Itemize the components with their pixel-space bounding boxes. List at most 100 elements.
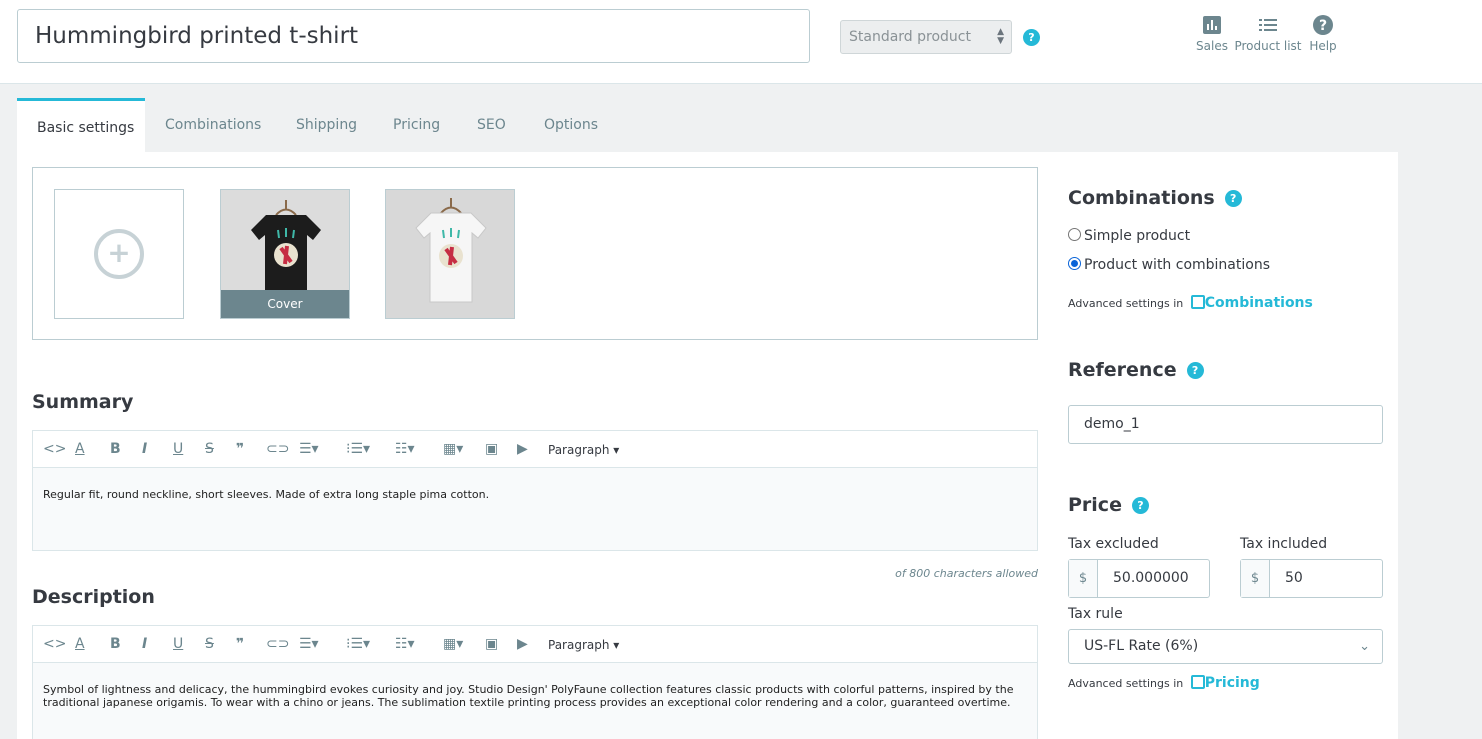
price-tax-included-input[interactable]: $ 50 xyxy=(1240,559,1383,598)
pricing-link-text[interactable]: Pricing xyxy=(1205,675,1260,691)
summary-char-count: of 800 characters allowed xyxy=(895,567,1038,580)
summary-text[interactable]: Regular fit, round neckline, short sleev… xyxy=(33,468,1037,550)
text-color-icon[interactable]: A xyxy=(75,440,85,458)
product-list-button[interactable]: Product list xyxy=(1234,14,1302,53)
bullet-list-icon[interactable]: ⁝☰▾ xyxy=(346,440,370,458)
product-type-help-icon[interactable]: ? xyxy=(1023,29,1040,46)
media-icon[interactable]: ▶ xyxy=(517,440,528,458)
align-dropdown-icon[interactable]: ☰▾ xyxy=(299,635,319,653)
tab-combinations[interactable]: Combinations xyxy=(145,98,281,152)
reference-title: Reference? xyxy=(1068,359,1204,381)
tab-pricing[interactable]: Pricing xyxy=(373,98,460,152)
tab-basic-settings[interactable]: Basic settings xyxy=(17,98,145,152)
table-icon[interactable]: ▦▾ xyxy=(443,440,463,458)
code-view-icon[interactable]: <> xyxy=(43,440,66,458)
sales-button[interactable]: Sales xyxy=(1195,14,1229,53)
reference-input[interactable]: demo_1 xyxy=(1068,405,1383,444)
advanced-settings-text: Advanced settings in xyxy=(1068,677,1184,690)
bullet-list-icon[interactable]: ⁝☰▾ xyxy=(346,635,370,653)
plus-icon: + xyxy=(94,229,144,279)
tax-rule-label: Tax rule xyxy=(1068,606,1123,622)
radio-button[interactable] xyxy=(1068,228,1081,241)
select-arrows-icon: ▲ ▼ xyxy=(997,27,1004,46)
underline-icon[interactable]: U xyxy=(173,635,183,653)
product-images-dropzone[interactable]: + Cover xyxy=(32,167,1038,340)
code-view-icon[interactable]: <> xyxy=(43,635,66,653)
external-link-icon xyxy=(1190,675,1205,689)
simple-product-label: Simple product xyxy=(1084,228,1191,244)
pricing-link[interactable]: Pricing xyxy=(1190,675,1260,691)
numbered-list-icon[interactable]: ☷▾ xyxy=(395,635,415,653)
advanced-settings-text: Advanced settings in xyxy=(1068,297,1184,310)
product-type-value: Standard product xyxy=(849,29,971,45)
image-icon[interactable]: ▣ xyxy=(485,440,498,458)
blockquote-icon[interactable]: ❞ xyxy=(236,635,244,653)
radio-product-with-combinations[interactable]: Product with combinations xyxy=(1068,257,1270,273)
blockquote-icon[interactable]: ❞ xyxy=(236,440,244,458)
tax-included-label: Tax included xyxy=(1240,536,1328,552)
italic-icon[interactable]: I xyxy=(142,440,147,458)
combinations-link[interactable]: Combinations xyxy=(1190,295,1313,311)
tax-excluded-label: Tax excluded xyxy=(1068,536,1159,552)
currency-symbol: $ xyxy=(1069,560,1098,597)
link-icon[interactable]: ⊂⊃ xyxy=(266,635,289,653)
price-help-icon[interactable]: ? xyxy=(1131,497,1149,514)
product-image-black-tshirt[interactable]: Cover xyxy=(220,189,350,319)
summary-editor-toolbar: <> A B I U S ❞ ⊂⊃ ☰▾ ⁝☰▾ ☷▾ ▦▾ ▣ ▶ Parag… xyxy=(33,431,1037,468)
tab-seo[interactable]: SEO xyxy=(457,98,526,152)
combinations-title: Combinations? xyxy=(1068,187,1242,209)
underline-icon[interactable]: U xyxy=(173,440,183,458)
tab-options[interactable]: Options xyxy=(524,98,618,152)
currency-symbol: $ xyxy=(1241,560,1270,597)
bold-icon[interactable]: B xyxy=(110,635,121,653)
add-image-button[interactable]: + xyxy=(54,189,184,319)
product-list-label: Product list xyxy=(1234,39,1302,53)
align-dropdown-icon[interactable]: ☰▾ xyxy=(299,440,319,458)
bold-icon[interactable]: B xyxy=(110,440,121,458)
image-icon[interactable]: ▣ xyxy=(485,635,498,653)
description-title: Description xyxy=(32,586,155,608)
sales-label: Sales xyxy=(1196,39,1228,53)
white-tshirt-image xyxy=(386,190,514,318)
reference-help-icon[interactable]: ? xyxy=(1186,362,1204,379)
combinations-title-text: Combinations xyxy=(1068,187,1215,209)
price-tax-included-value[interactable]: 50 xyxy=(1285,560,1303,597)
basic-settings-panel: + Cover Summary <> A B I U S ❞ ⊂⊃ ☰▾ ⁝☰▾… xyxy=(17,152,1398,739)
italic-icon[interactable]: I xyxy=(142,635,147,653)
strikethrough-icon[interactable]: S xyxy=(205,635,214,653)
price-title-text: Price xyxy=(1068,494,1122,516)
cover-label: Cover xyxy=(221,290,349,318)
text-color-icon[interactable]: A xyxy=(75,635,85,653)
reference-title-text: Reference xyxy=(1068,359,1177,381)
description-editor[interactable]: <> A B I U S ❞ ⊂⊃ ☰▾ ⁝☰▾ ☷▾ ▦▾ ▣ ▶ Parag… xyxy=(32,625,1038,739)
price-tax-excluded-value[interactable]: 50.000000 xyxy=(1113,560,1189,597)
product-image-white-tshirt[interactable] xyxy=(385,189,515,319)
paragraph-format-dropdown[interactable]: Paragraph ▾ xyxy=(548,441,619,459)
media-icon[interactable]: ▶ xyxy=(517,635,528,653)
numbered-list-icon[interactable]: ☷▾ xyxy=(395,440,415,458)
table-icon[interactable]: ▦▾ xyxy=(443,635,463,653)
external-link-icon xyxy=(1190,295,1205,309)
list-icon xyxy=(1259,19,1277,31)
help-button[interactable]: ? Help xyxy=(1306,14,1340,53)
description-text[interactable]: Symbol of lightness and delicacy, the hu… xyxy=(33,663,1037,739)
chevron-down-icon: ⌄ xyxy=(1359,639,1370,654)
tax-rule-value: US-FL Rate (6%) xyxy=(1084,638,1199,654)
strikethrough-icon[interactable]: S xyxy=(205,440,214,458)
tax-rule-select[interactable]: US-FL Rate (6%) ⌄ xyxy=(1068,629,1383,664)
product-name-input[interactable] xyxy=(17,9,810,63)
svg-text:?: ? xyxy=(1319,18,1327,34)
link-icon[interactable]: ⊂⊃ xyxy=(266,440,289,458)
price-tax-excluded-input[interactable]: $ 50.000000 xyxy=(1068,559,1210,598)
help-label: Help xyxy=(1309,39,1337,53)
summary-title: Summary xyxy=(32,391,134,413)
radio-button-selected[interactable] xyxy=(1068,257,1081,270)
combinations-advanced-settings: Advanced settings in Combinations xyxy=(1068,295,1313,311)
paragraph-format-dropdown[interactable]: Paragraph ▾ xyxy=(548,636,619,654)
tab-shipping[interactable]: Shipping xyxy=(276,98,377,152)
combinations-help-icon[interactable]: ? xyxy=(1224,190,1242,207)
radio-simple-product[interactable]: Simple product xyxy=(1068,228,1190,244)
product-type-select[interactable]: Standard product ▲ ▼ xyxy=(840,20,1012,54)
combinations-link-text[interactable]: Combinations xyxy=(1205,295,1313,311)
summary-editor[interactable]: <> A B I U S ❞ ⊂⊃ ☰▾ ⁝☰▾ ☷▾ ▦▾ ▣ ▶ Parag… xyxy=(32,430,1038,551)
